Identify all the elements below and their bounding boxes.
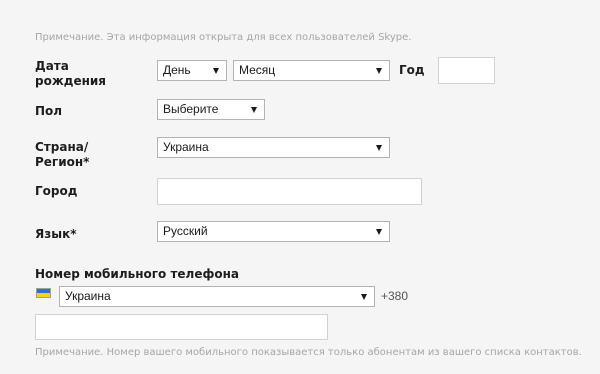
mobile-number-input[interactable]	[35, 314, 328, 340]
language-label: Язык*	[35, 227, 77, 241]
gender-select[interactable]: Выберите	[157, 99, 265, 120]
city-input[interactable]	[157, 178, 422, 205]
chevron-down-icon	[361, 294, 367, 300]
country-label-line1: Страна/	[35, 140, 89, 154]
birth-day-select[interactable]: День	[157, 60, 227, 81]
chevron-down-icon	[376, 229, 382, 235]
chevron-down-icon	[376, 68, 382, 74]
language-select[interactable]: Русский	[157, 221, 390, 242]
language-value: Русский	[163, 224, 208, 238]
mobile-country-select[interactable]: Украина	[59, 286, 375, 307]
country-label-line2: Регион*	[35, 155, 90, 169]
ukraine-flag-icon	[36, 288, 51, 298]
country-select[interactable]: Украина	[157, 137, 390, 158]
mobile-country-value: Украина	[65, 289, 111, 303]
chevron-down-icon	[213, 68, 219, 74]
birthdate-label-line2: рождения	[35, 74, 107, 88]
mobile-label: Номер мобильного телефона	[35, 267, 240, 281]
profile-form-panel: Примечание. Эта информация открыта для в…	[0, 0, 600, 374]
chevron-down-icon	[376, 145, 382, 151]
flag-yellow-stripe	[37, 293, 50, 297]
country-value: Украина	[163, 140, 209, 154]
birth-day-value: День	[163, 63, 191, 77]
birth-year-label: Год	[399, 63, 425, 77]
birth-year-input[interactable]	[438, 57, 495, 84]
gender-label: Пол	[35, 104, 63, 118]
city-label: Город	[35, 184, 78, 198]
birth-month-select[interactable]: Месяц	[233, 60, 390, 81]
birthdate-label: Дата рождения	[35, 59, 106, 89]
mobile-privacy-note: Примечание. Номер вашего мобильного пока…	[35, 347, 582, 358]
gender-value: Выберите	[163, 102, 219, 116]
birthdate-label-line1: Дата	[35, 59, 69, 73]
public-info-note: Примечание. Эта информация открыта для в…	[35, 32, 412, 43]
phone-prefix: +380	[381, 289, 409, 303]
birth-month-value: Месяц	[239, 63, 276, 77]
chevron-down-icon	[251, 107, 257, 113]
country-label: Страна/ Регион*	[35, 140, 89, 170]
